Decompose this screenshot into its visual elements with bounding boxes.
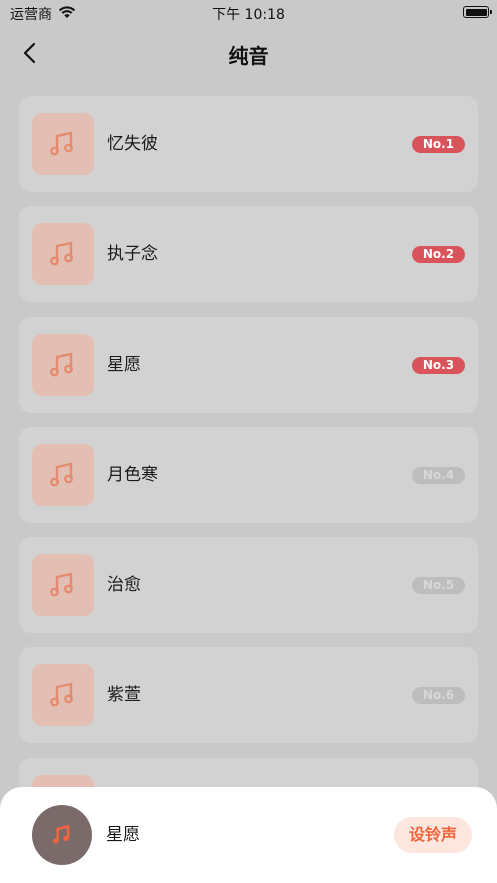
list-item[interactable]: 执子念 No.2 (19, 206, 478, 303)
list-item[interactable]: 月色寒 No.4 (19, 426, 478, 523)
nav-bar: 纯音 (0, 30, 497, 76)
song-thumbnail (32, 443, 94, 506)
song-thumbnail (32, 554, 94, 617)
song-name: 星愿 (107, 354, 141, 375)
status-time: 下午 10:18 (212, 7, 285, 23)
page-title: 纯音 (228, 44, 269, 68)
song-thumbnail (32, 113, 94, 175)
rank-badge: No.2 (412, 246, 465, 264)
song-thumbnail (32, 223, 94, 286)
music-note-icon (50, 352, 73, 376)
rank-badge: No.4 (412, 466, 465, 484)
music-note-icon (50, 572, 73, 597)
list-item[interactable]: 星愿 No.3 (19, 316, 478, 413)
list-item[interactable]: 治愈 No.5 (19, 537, 478, 634)
status-bar: 运营商 下午 10:18 (0, 0, 497, 26)
music-note-icon (50, 242, 73, 266)
song-name: 执子念 (107, 244, 158, 265)
rank-badge: No.6 (412, 687, 465, 705)
battery-icon (463, 6, 492, 18)
rank-badge: No.3 (412, 356, 465, 374)
rank-badge: No.1 (412, 136, 465, 153)
song-name: 紫萱 (107, 685, 141, 706)
ringtone-list: 忆失彼 No.1 执子念 No.2 星愿 No.3 月色寒 No.4 治愈 No… (19, 96, 478, 868)
song-thumbnail (32, 333, 94, 396)
music-note-icon (50, 683, 73, 707)
now-playing-title: 星愿 (106, 825, 140, 845)
music-note-icon (52, 825, 70, 844)
song-name: 忆失彼 (107, 134, 158, 154)
list-item[interactable]: 紫萱 No.6 (19, 647, 478, 744)
song-name: 月色寒 (107, 464, 158, 485)
player-bar: 星愿 设铃声 (0, 787, 497, 883)
song-name: 治愈 (107, 575, 141, 596)
player-cover[interactable] (32, 805, 92, 865)
set-ringtone-button[interactable]: 设铃声 (394, 817, 472, 853)
music-note-icon (50, 131, 73, 156)
rank-badge: No.5 (412, 577, 465, 595)
list-item[interactable]: 忆失彼 No.1 (19, 96, 478, 192)
song-thumbnail (32, 664, 94, 727)
music-note-icon (50, 462, 73, 487)
